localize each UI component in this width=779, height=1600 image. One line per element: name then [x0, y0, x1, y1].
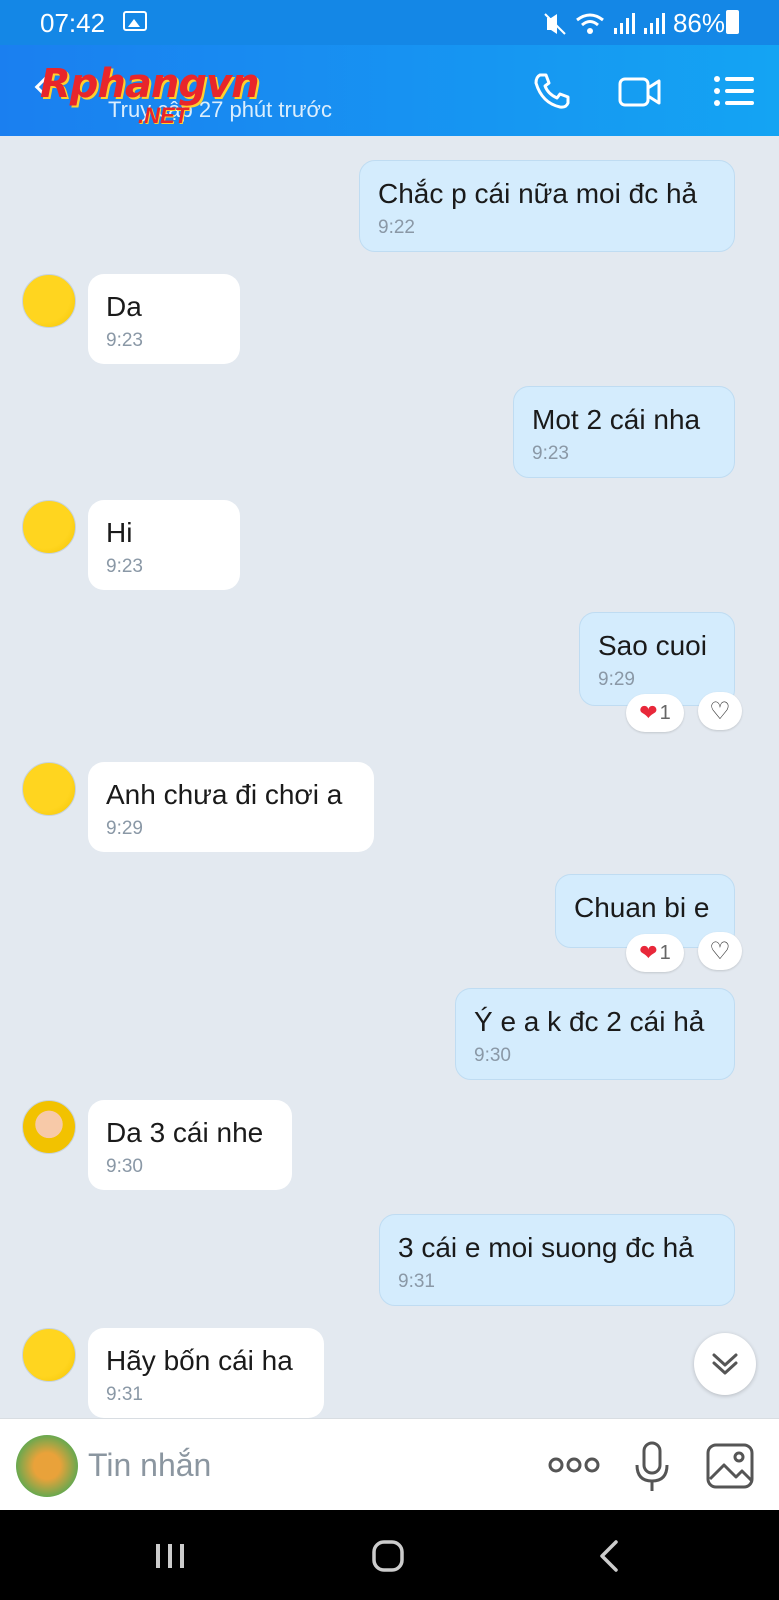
message-time: 9:30 [106, 1156, 143, 1177]
message-outgoing[interactable]: Ý e a k đc 2 cái hả 9:30 [455, 988, 735, 1080]
reaction-count-value: 1 [659, 701, 671, 724]
message-outgoing[interactable]: 3 cái e moi suong đc hả 9:31 [379, 1214, 735, 1306]
message-input[interactable] [88, 1441, 508, 1489]
avatar[interactable] [22, 1100, 76, 1154]
avatar[interactable] [22, 1328, 76, 1382]
wifi-icon [576, 13, 604, 34]
message-text: Chuan bi e [574, 892, 710, 923]
signal-icon [643, 12, 665, 34]
message-text: Sao cuoi [598, 630, 707, 661]
battery-icon [726, 10, 739, 34]
message-time: 9:23 [532, 443, 569, 464]
heart-outline-icon: ♡ [709, 697, 731, 725]
reaction-count[interactable]: ❤ 1 [626, 694, 684, 732]
signal-icon [613, 12, 635, 34]
scroll-to-bottom-button[interactable] [694, 1333, 756, 1395]
reaction-count-value: 1 [659, 941, 671, 964]
phone-icon[interactable] [530, 69, 574, 113]
heart-icon: ❤ [639, 940, 658, 965]
message-text: Hãy bốn cái ha [106, 1345, 293, 1376]
avatar[interactable] [22, 762, 76, 816]
heart-outline-icon: ♡ [709, 937, 731, 965]
nav-back-icon[interactable] [590, 1536, 630, 1576]
battery-percent: 86% [672, 8, 725, 38]
status-indicators: 86% [543, 8, 725, 39]
message-text: Hi [106, 517, 133, 548]
message-text: Mot 2 cái nha [532, 404, 701, 435]
watermark-logo: Rphangvn [40, 61, 260, 107]
avatar[interactable] [22, 500, 76, 554]
react-button[interactable]: ♡ [698, 692, 742, 730]
message-text: Chắc p cái nữa moi đc hả [378, 178, 698, 209]
microphone-icon[interactable] [632, 1441, 672, 1493]
double-chevron-down-icon [712, 1353, 738, 1375]
gallery-icon[interactable] [706, 1443, 754, 1489]
message-incoming[interactable]: Anh chưa đi chơi a 9:29 [88, 762, 374, 852]
more-dots-icon[interactable] [548, 1449, 600, 1481]
message-time: 9:31 [398, 1271, 435, 1292]
message-incoming[interactable]: Da 9:23 [88, 274, 240, 364]
message-text: 3 cái e moi suong đc hả [398, 1232, 694, 1263]
mute-icon [544, 12, 566, 35]
message-incoming[interactable]: Hi 9:23 [88, 500, 240, 590]
avatar[interactable] [22, 274, 76, 328]
message-text: Da 3 cái nhe [106, 1117, 264, 1148]
system-nav-bar [0, 1510, 779, 1600]
message-time: 9:22 [378, 217, 415, 238]
sticker-icon[interactable] [16, 1435, 78, 1497]
chat-header: Truy cập 27 phút trước Rphangvn .NET [0, 45, 779, 136]
chat-area[interactable]: Chắc p cái nữa moi đc hả 9:22 Da 9:23 Mo… [0, 136, 779, 1418]
heart-icon: ❤ [639, 700, 658, 725]
image-icon [123, 11, 147, 31]
message-outgoing[interactable]: Mot 2 cái nha 9:23 [513, 386, 735, 478]
status-bar: 07:42 86% [0, 0, 779, 45]
message-time: 9:23 [106, 556, 143, 577]
react-button[interactable]: ♡ [698, 932, 742, 970]
message-outgoing[interactable]: Chắc p cái nữa moi đc hả 9:22 [359, 160, 735, 252]
message-time: 9:30 [474, 1045, 511, 1066]
message-time: 9:23 [106, 330, 143, 351]
message-text: Da [106, 291, 142, 322]
message-incoming[interactable]: Hãy bốn cái ha 9:31 [88, 1328, 324, 1418]
menu-list-icon[interactable] [712, 69, 756, 113]
watermark-logo-sub: .NET [138, 103, 189, 128]
home-icon[interactable] [368, 1536, 408, 1576]
message-text: Anh chưa đi chơi a [106, 779, 343, 810]
message-time: 9:29 [598, 669, 635, 690]
recent-apps-icon[interactable] [150, 1536, 190, 1576]
message-text: Ý e a k đc 2 cái hả [474, 1006, 705, 1037]
message-time: 9:31 [106, 1384, 143, 1405]
reaction-count[interactable]: ❤ 1 [626, 934, 684, 972]
video-call-icon[interactable] [618, 69, 662, 113]
message-input-bar [0, 1418, 779, 1510]
message-time: 9:29 [106, 818, 143, 839]
status-time: 07:42 [40, 8, 106, 38]
message-incoming[interactable]: Da 3 cái nhe 9:30 [88, 1100, 292, 1190]
